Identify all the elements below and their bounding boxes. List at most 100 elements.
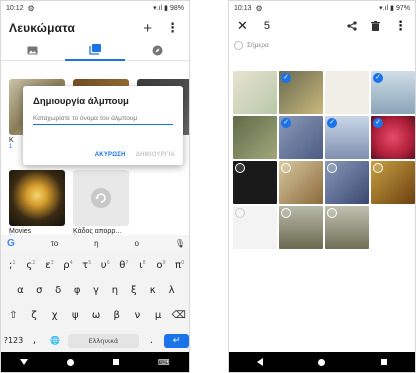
suggestion-item[interactable]: το bbox=[51, 239, 59, 248]
photo-thumbnail[interactable] bbox=[233, 161, 277, 204]
key[interactable]: υ6 bbox=[96, 260, 115, 271]
unselected-check-icon bbox=[281, 163, 291, 173]
keyboard-switch-icon[interactable]: ⌨ bbox=[158, 358, 170, 367]
albums-icon bbox=[89, 44, 101, 55]
album-card-trash[interactable]: Κάδος απορρ... 6 bbox=[73, 170, 129, 241]
photo-thumbnail[interactable] bbox=[325, 71, 369, 114]
recent-apps-icon[interactable] bbox=[113, 359, 120, 365]
recent-apps-icon[interactable] bbox=[381, 359, 388, 365]
key[interactable]: χ bbox=[44, 310, 65, 321]
home-icon[interactable] bbox=[318, 358, 326, 366]
photo-thumbnail[interactable] bbox=[233, 116, 277, 159]
space-bar[interactable]: Ελληνικά bbox=[67, 333, 139, 348]
unselected-check-icon bbox=[281, 208, 291, 218]
album-name: Movies bbox=[9, 228, 32, 235]
battery-icon: ▮ bbox=[390, 5, 394, 12]
album-name-input[interactable] bbox=[33, 115, 173, 125]
key[interactable]: γ bbox=[87, 285, 106, 296]
select-day-checkbox[interactable] bbox=[234, 40, 243, 50]
photo-thumbnail[interactable] bbox=[279, 161, 323, 204]
key[interactable]: φ bbox=[68, 285, 87, 296]
photo-thumbnail[interactable] bbox=[371, 161, 415, 204]
key[interactable]: ε3 bbox=[40, 260, 59, 271]
key[interactable]: ι8 bbox=[133, 260, 152, 271]
right-phone-screen: 10:13 ⚙ ▾.ıl ▮ 97% ✕ 5 ⋮ Σήμερα ✓ ✓ ✓ ✓ … bbox=[228, 0, 416, 373]
symbols-key[interactable]: ?123 bbox=[3, 336, 24, 345]
shift-icon[interactable]: ⇧ bbox=[3, 310, 24, 321]
photo-thumbnail[interactable] bbox=[233, 206, 277, 249]
photo-thumbnail[interactable] bbox=[325, 206, 369, 249]
photo-thumbnail[interactable]: ✓ bbox=[279, 71, 323, 114]
photo-thumbnail[interactable] bbox=[233, 71, 277, 114]
key[interactable]: τ5 bbox=[77, 260, 96, 271]
key[interactable]: ;1 bbox=[3, 260, 22, 271]
key[interactable]: ρ4 bbox=[59, 260, 78, 271]
tab-explore[interactable] bbox=[128, 41, 188, 61]
photo-thumbnail[interactable]: ✓ bbox=[325, 116, 369, 159]
key[interactable]: , bbox=[24, 335, 45, 346]
share-icon[interactable] bbox=[347, 21, 357, 31]
photo-thumbnail[interactable] bbox=[325, 161, 369, 204]
add-icon[interactable]: + bbox=[143, 20, 152, 37]
more-options-icon[interactable]: ⋮ bbox=[394, 18, 407, 34]
key[interactable]: ς2 bbox=[22, 260, 41, 271]
photo-thumbnail[interactable] bbox=[279, 206, 323, 249]
key[interactable]: π0 bbox=[170, 260, 189, 271]
globe-icon[interactable]: 🌐 bbox=[45, 336, 66, 345]
google-g-icon[interactable]: G bbox=[7, 238, 15, 249]
suggestion-item[interactable]: η bbox=[94, 239, 98, 248]
key[interactable]: α bbox=[11, 285, 30, 296]
key[interactable]: . bbox=[141, 335, 162, 346]
dialog-title: Δημιουργία άλμπουμ bbox=[33, 96, 129, 107]
status-bar: 10:12 ⚙ ▾.ıl ▮ 98% bbox=[1, 1, 189, 15]
back-icon[interactable] bbox=[256, 358, 263, 366]
create-album-dialog: Δημιουργία άλμπουμ ΑΚΥΡΩΣΗ ΔΗΜΙΟΥΡΓΙΑ bbox=[23, 86, 183, 165]
cancel-button[interactable]: ΑΚΥΡΩΣΗ bbox=[95, 152, 126, 158]
key[interactable]: λ bbox=[162, 285, 181, 296]
key[interactable]: θ7 bbox=[115, 260, 134, 271]
key[interactable]: ξ bbox=[124, 285, 143, 296]
key[interactable]: δ bbox=[49, 285, 68, 296]
album-card-movies[interactable]: Movies 3 bbox=[9, 170, 65, 241]
delete-icon[interactable] bbox=[371, 21, 380, 31]
date-header: Σήμερα bbox=[229, 37, 415, 53]
key[interactable]: ο9 bbox=[152, 260, 171, 271]
key[interactable]: κ bbox=[143, 285, 162, 296]
selection-toolbar: ✕ 5 ⋮ bbox=[229, 15, 415, 37]
navigation-bar: ⌨ bbox=[1, 352, 189, 372]
status-time: 10:12 bbox=[6, 4, 24, 12]
key[interactable]: η bbox=[105, 285, 124, 296]
keyboard-row-3: ⇧ ζ χ ψ ω β ν μ ⌫ bbox=[3, 303, 189, 328]
key[interactable]: ν bbox=[127, 310, 148, 321]
explore-compass-icon bbox=[152, 45, 163, 56]
enter-icon[interactable]: ↵ bbox=[163, 333, 189, 348]
date-label: Σήμερα bbox=[247, 41, 269, 49]
backspace-icon[interactable]: ⌫ bbox=[168, 310, 189, 321]
status-time: 10:13 bbox=[234, 4, 252, 12]
hide-keyboard-icon[interactable] bbox=[20, 359, 29, 365]
key[interactable]: β bbox=[106, 310, 127, 321]
photo-grid: ✓ ✓ ✓ ✓ ✓ bbox=[233, 71, 415, 249]
key[interactable]: ζ bbox=[24, 310, 45, 321]
unselected-check-icon bbox=[327, 163, 337, 173]
photo-thumbnail[interactable]: ✓ bbox=[371, 116, 415, 159]
key[interactable]: ω bbox=[86, 310, 107, 321]
key[interactable]: μ bbox=[148, 310, 169, 321]
tab-albums[interactable] bbox=[64, 41, 125, 61]
close-icon[interactable]: ✕ bbox=[237, 18, 248, 34]
tab-photos[interactable] bbox=[2, 41, 62, 61]
unselected-check-icon bbox=[327, 208, 337, 218]
create-button[interactable]: ΔΗΜΙΟΥΡΓΙΑ bbox=[136, 152, 175, 158]
signal-icon: ▾.ıl bbox=[153, 5, 163, 12]
key[interactable]: ψ bbox=[65, 310, 86, 321]
photo-thumbnail[interactable]: ✓ bbox=[371, 71, 415, 114]
home-icon[interactable] bbox=[67, 358, 75, 366]
suggestion-strip: G το η ο 🎙 bbox=[1, 235, 189, 251]
more-options-icon[interactable]: ⋮ bbox=[166, 20, 179, 36]
keyboard: ;1 ς2 ε3 ρ4 τ5 υ6 θ7 ι8 ο9 π0 α σ δ φ γ … bbox=[1, 251, 189, 354]
microphone-icon[interactable]: 🎙 bbox=[175, 239, 185, 248]
key[interactable]: σ bbox=[30, 285, 49, 296]
suggestion-item[interactable]: ο bbox=[134, 239, 138, 248]
photo-thumbnail[interactable]: ✓ bbox=[279, 116, 323, 159]
selected-check-icon: ✓ bbox=[373, 73, 383, 83]
